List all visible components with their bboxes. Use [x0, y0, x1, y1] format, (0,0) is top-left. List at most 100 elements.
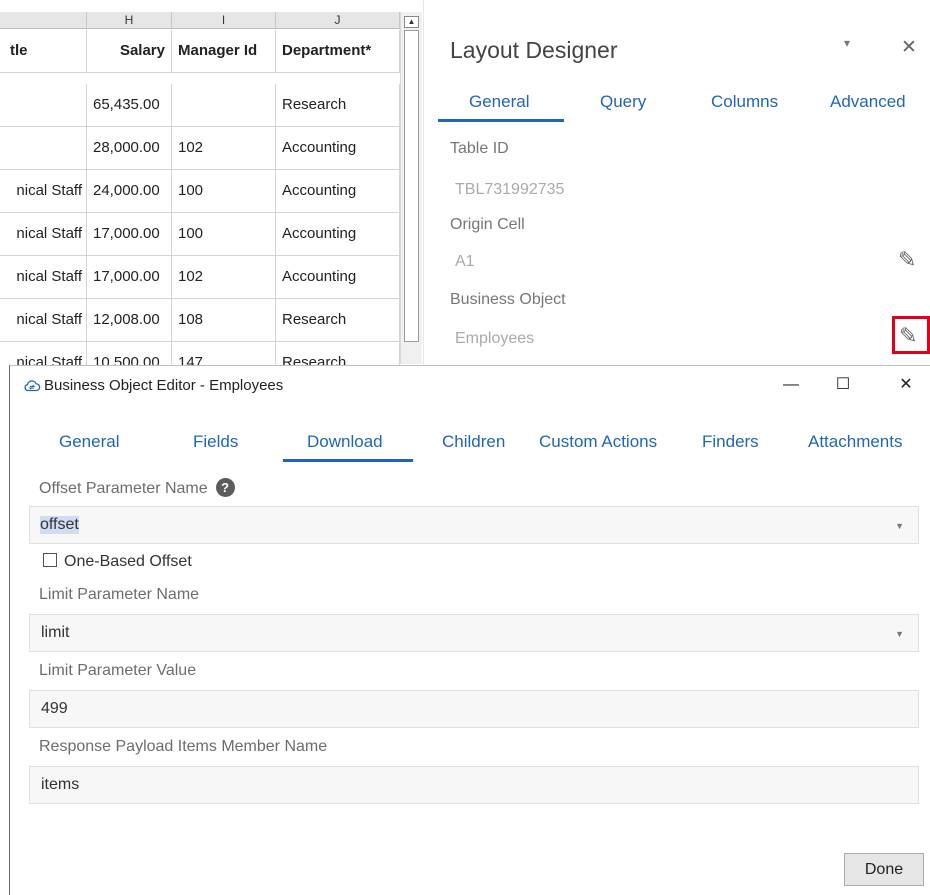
- limit-parameter-name-value: limit: [41, 624, 70, 641]
- one-based-offset-label: One-Based Offset: [64, 553, 192, 570]
- tab-general[interactable]: General: [59, 432, 119, 452]
- cell-title[interactable]: nical Staff: [0, 256, 87, 298]
- tab-custom-actions[interactable]: Custom Actions: [539, 432, 657, 452]
- offset-parameter-value: offset: [40, 516, 79, 534]
- business-object-editor-dialog: Business Object Editor - Employees — ☐ ✕…: [9, 365, 930, 895]
- cell-title[interactable]: [0, 84, 87, 126]
- cell-salary[interactable]: 17,000.00: [87, 256, 172, 298]
- cell-title-text: nical Staff: [16, 182, 82, 199]
- table-row: nical Staff 12,008.00 108 Research: [0, 299, 400, 342]
- cell-title[interactable]: nical Staff: [0, 170, 87, 212]
- one-based-offset-checkbox[interactable]: One-Based Offset: [43, 553, 192, 571]
- limit-parameter-name-select[interactable]: limit ▼: [29, 614, 919, 652]
- table-row: nical Staff 24,000.00 100 Accounting: [0, 170, 400, 213]
- origin-cell-value: A1: [455, 253, 475, 270]
- column-header-g[interactable]: [0, 12, 87, 29]
- checkbox-box[interactable]: [43, 553, 57, 567]
- items-member-name-label: Response Payload Items Member Name: [39, 738, 328, 755]
- cell-title-text: nical Staff: [16, 268, 82, 285]
- header-cell-salary[interactable]: Salary: [87, 30, 172, 72]
- table-row: nical Staff 17,000.00 102 Accounting: [0, 256, 400, 299]
- spreadsheet-grid: H I J tle Salary Manager Id Department* …: [0, 0, 400, 368]
- cell-salary[interactable]: 12,008.00: [87, 299, 172, 341]
- cell-manager-id[interactable]: 102: [172, 256, 276, 298]
- dialog-title: Business Object Editor - Employees: [44, 377, 284, 394]
- cell-manager-id[interactable]: 100: [172, 213, 276, 255]
- tab-query[interactable]: Query: [600, 92, 646, 112]
- column-header-i[interactable]: I: [172, 12, 276, 29]
- cell-salary[interactable]: 17,000.00: [87, 213, 172, 255]
- offset-parameter-label-text: Offset Parameter Name: [39, 480, 208, 497]
- edit-business-object-pencil-icon[interactable]: ✎: [899, 323, 917, 349]
- column-header-h[interactable]: H: [87, 12, 172, 29]
- column-header-row: H I J: [0, 12, 400, 29]
- help-icon[interactable]: ?: [215, 478, 235, 497]
- cell-manager-id[interactable]: 102: [172, 127, 276, 169]
- tab-children[interactable]: Children: [442, 432, 505, 452]
- cell-department[interactable]: Research: [276, 84, 400, 126]
- pane-close-icon[interactable]: ✕: [901, 36, 917, 59]
- cloud-sync-icon: [24, 380, 41, 392]
- business-object-value: Employees: [455, 330, 535, 347]
- cell-title[interactable]: nical Staff: [0, 299, 87, 341]
- tab-finders[interactable]: Finders: [702, 432, 759, 452]
- tab-advanced[interactable]: Advanced: [830, 92, 906, 112]
- cell-manager-id[interactable]: 108: [172, 299, 276, 341]
- edit-origin-cell-pencil-icon[interactable]: ✎: [898, 247, 916, 273]
- cell-salary[interactable]: 65,435.00: [87, 84, 172, 126]
- business-object-label: Business Object: [450, 291, 566, 308]
- pane-options-dropdown-icon[interactable]: ▾: [844, 36, 850, 50]
- column-header-j[interactable]: J: [276, 12, 400, 29]
- layout-designer-title: Layout Designer: [450, 37, 618, 63]
- limit-parameter-value-text: 499: [41, 700, 68, 717]
- layout-designer-pane: Layout Designer ▾ ✕ General Query Column…: [423, 0, 930, 366]
- table-row: 65,435.00 Research: [0, 84, 400, 127]
- active-tab-indicator: [438, 119, 564, 122]
- header-cell-title[interactable]: tle: [0, 30, 87, 72]
- limit-parameter-value-label: Limit Parameter Value: [39, 662, 197, 679]
- scrollbar-thumb[interactable]: [404, 30, 419, 342]
- cell-title[interactable]: nical Staff: [0, 213, 87, 255]
- tab-fields[interactable]: Fields: [193, 432, 238, 452]
- chevron-down-icon[interactable]: ▼: [895, 521, 904, 531]
- tab-attachments[interactable]: Attachments: [808, 432, 903, 452]
- maximize-icon[interactable]: ☐: [825, 372, 861, 398]
- header-cell-department[interactable]: Department*: [276, 30, 400, 72]
- done-button[interactable]: Done: [844, 853, 924, 886]
- cell-title[interactable]: [0, 127, 87, 169]
- close-icon[interactable]: ✕: [888, 372, 924, 398]
- chevron-down-icon[interactable]: ▼: [895, 629, 904, 639]
- vertical-scrollbar[interactable]: ▲: [400, 12, 422, 364]
- cell-department[interactable]: Research: [276, 299, 400, 341]
- items-member-name-field[interactable]: items: [29, 766, 919, 804]
- cell-salary[interactable]: 24,000.00: [87, 170, 172, 212]
- table-id-label: Table ID: [450, 140, 509, 157]
- table-id-value: TBL731992735: [455, 181, 565, 198]
- cell-title-text: nical Staff: [16, 311, 82, 328]
- offset-parameter-label: Offset Parameter Name?: [39, 478, 235, 498]
- scroll-up-arrow-icon[interactable]: ▲: [404, 16, 419, 28]
- limit-parameter-name-label: Limit Parameter Name: [39, 586, 200, 603]
- table-row: nical Staff 17,000.00 100 Accounting: [0, 213, 400, 256]
- origin-cell-label: Origin Cell: [450, 216, 525, 233]
- offset-parameter-select[interactable]: offset ▼: [29, 506, 919, 544]
- tab-columns[interactable]: Columns: [711, 92, 778, 112]
- cell-department[interactable]: Accounting: [276, 213, 400, 255]
- header-title-text: tle: [10, 42, 28, 59]
- tab-general[interactable]: General: [469, 92, 529, 112]
- cell-title-text: nical Staff: [16, 225, 82, 242]
- cell-department[interactable]: Accounting: [276, 127, 400, 169]
- table-header-row: tle Salary Manager Id Department*: [0, 30, 400, 73]
- header-cell-manager-id[interactable]: Manager Id: [172, 30, 276, 72]
- tab-download[interactable]: Download: [307, 432, 383, 452]
- cell-manager-id[interactable]: [172, 84, 276, 126]
- cell-department[interactable]: Accounting: [276, 170, 400, 212]
- active-tab-indicator: [283, 459, 413, 462]
- cell-manager-id[interactable]: 100: [172, 170, 276, 212]
- cell-salary[interactable]: 28,000.00: [87, 127, 172, 169]
- items-member-name-value: items: [41, 776, 80, 793]
- cell-department[interactable]: Accounting: [276, 256, 400, 298]
- minimize-icon[interactable]: —: [773, 372, 809, 398]
- limit-parameter-value-field[interactable]: 499: [29, 690, 919, 728]
- table-row: 28,000.00 102 Accounting: [0, 127, 400, 170]
